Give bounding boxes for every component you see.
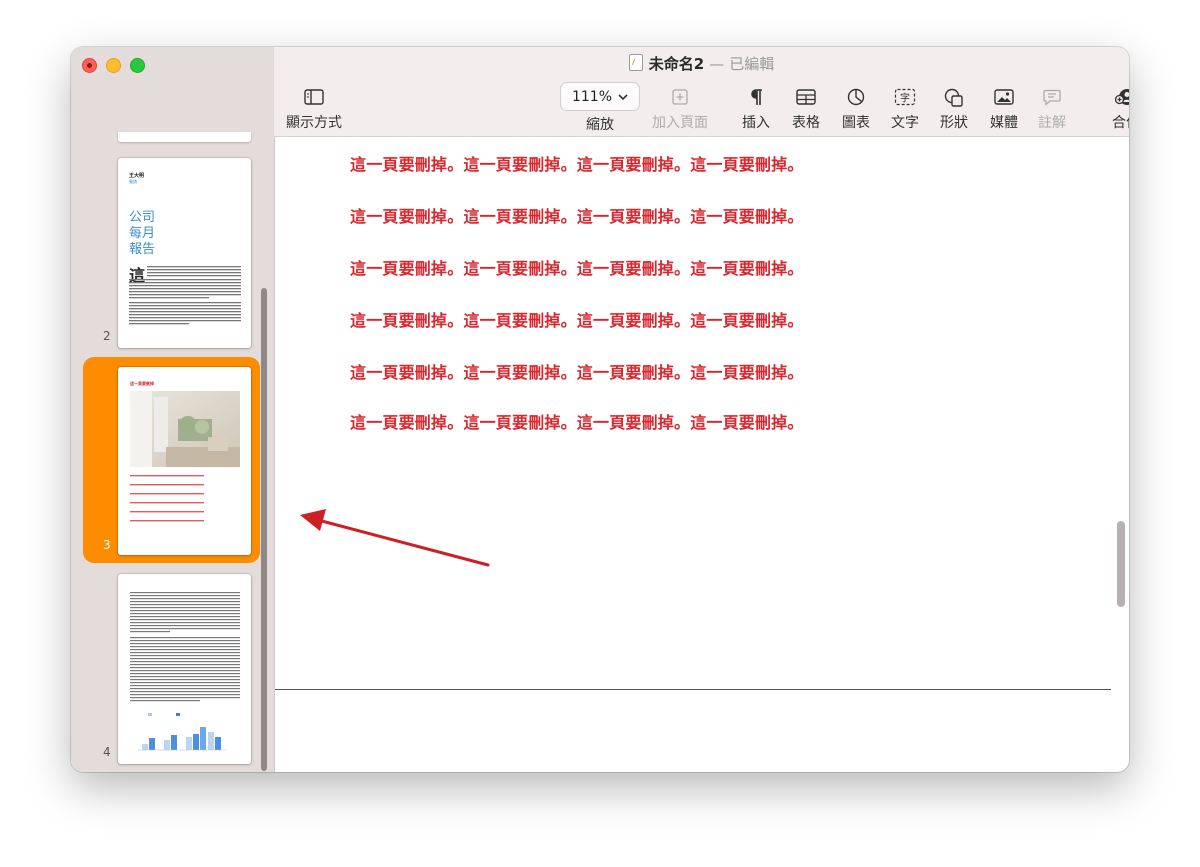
zoom-select[interactable]: 111% <box>561 83 639 110</box>
document-text-line[interactable]: 這一頁要刪掉。這一頁要刪掉。這一頁要刪掉。這一頁要刪掉。 <box>350 255 804 279</box>
document-text-line[interactable]: 這一頁要刪掉。這一頁要刪掉。這一頁要刪掉。這一頁要刪掉。 <box>350 203 804 227</box>
page-break-line <box>275 689 1111 690</box>
minimize-window-button[interactable] <box>106 58 121 73</box>
page-thumbnail-2[interactable]: 王大明 營銷 公司 每月 報告 這 <box>118 158 251 348</box>
page-thumbnail-sidebar[interactable]: 王大明 營銷 公司 每月 報告 這 2 這一頁要刪掉 3 4 <box>71 47 275 772</box>
comment-icon <box>1017 86 1087 108</box>
document-text-line[interactable]: 這一頁要刪掉。這一頁要刪掉。這一頁要刪掉。這一頁要刪掉。 <box>350 307 804 331</box>
document-name: 未命名2 <box>648 55 705 73</box>
view-button[interactable]: 顯示方式 <box>279 86 349 132</box>
page-number-2: 2 <box>103 329 111 343</box>
add-page-button[interactable]: 加入頁面 <box>645 86 715 132</box>
plus-square-icon <box>645 86 715 108</box>
page-thumbnail-3[interactable]: 這一頁要刪掉 <box>118 367 251 555</box>
page-number-3: 3 <box>103 538 111 552</box>
chevron-down-icon <box>618 89 628 105</box>
collaborate-icon <box>1091 86 1129 108</box>
page-number-4: 4 <box>103 745 111 759</box>
page-thumbnail-1-partial[interactable] <box>118 132 251 142</box>
view-label: 顯示方式 <box>286 115 342 131</box>
document-text-line[interactable]: 這一頁要刪掉。這一頁要刪掉。這一頁要刪掉。這一頁要刪掉。 <box>350 151 804 175</box>
zoom-button[interactable]: 縮放 <box>565 110 635 134</box>
pages-window: 王大明 營銷 公司 每月 報告 這 2 這一頁要刪掉 3 4 未命名2 — 已編… <box>71 47 1129 772</box>
thumb-body-text <box>129 266 241 325</box>
zoom-label: 縮放 <box>586 117 614 133</box>
window-title: 未命名2— 已編輯 <box>274 53 1129 74</box>
thumb-text-and-chart <box>130 592 240 751</box>
sidebar-scrollbar[interactable] <box>261 288 267 771</box>
close-window-button[interactable] <box>82 58 97 73</box>
document-text-line[interactable]: 這一頁要刪掉。這一頁要刪掉。這一頁要刪掉。這一頁要刪掉。 <box>350 409 804 433</box>
title-separator: — <box>709 55 725 73</box>
toolbar: 未命名2— 已編輯 顯示方式 111% 縮放 加入頁面 插入 表格 圖表 字 文… <box>274 47 1129 137</box>
document-text-line[interactable]: 這一頁要刪掉。這一頁要刪掉。這一頁要刪掉。這一頁要刪掉。 <box>350 359 804 383</box>
collaborate-button[interactable]: 合作 <box>1091 86 1129 132</box>
edited-status: 已編輯 <box>729 55 775 73</box>
collaborate-label: 合作 <box>1112 115 1129 131</box>
comment-button[interactable]: 註解 <box>1017 86 1087 132</box>
sidebar-icon <box>279 86 349 108</box>
thumb-photo-and-lines <box>130 391 240 522</box>
add-page-label: 加入頁面 <box>652 115 708 131</box>
document-proxy-icon[interactable] <box>628 54 643 71</box>
document-scrollbar[interactable] <box>1117 521 1125 607</box>
document-canvas[interactable]: 這一頁要刪掉。這一頁要刪掉。這一頁要刪掉。這一頁要刪掉。 這一頁要刪掉。這一頁要… <box>275 137 1111 754</box>
comment-label: 註解 <box>1038 115 1066 131</box>
page-thumbnail-4[interactable] <box>118 574 251 764</box>
zoom-value: 111% <box>571 88 613 105</box>
zoom-window-button[interactable] <box>130 58 145 73</box>
text-box-glyph: 字 <box>900 92 910 105</box>
